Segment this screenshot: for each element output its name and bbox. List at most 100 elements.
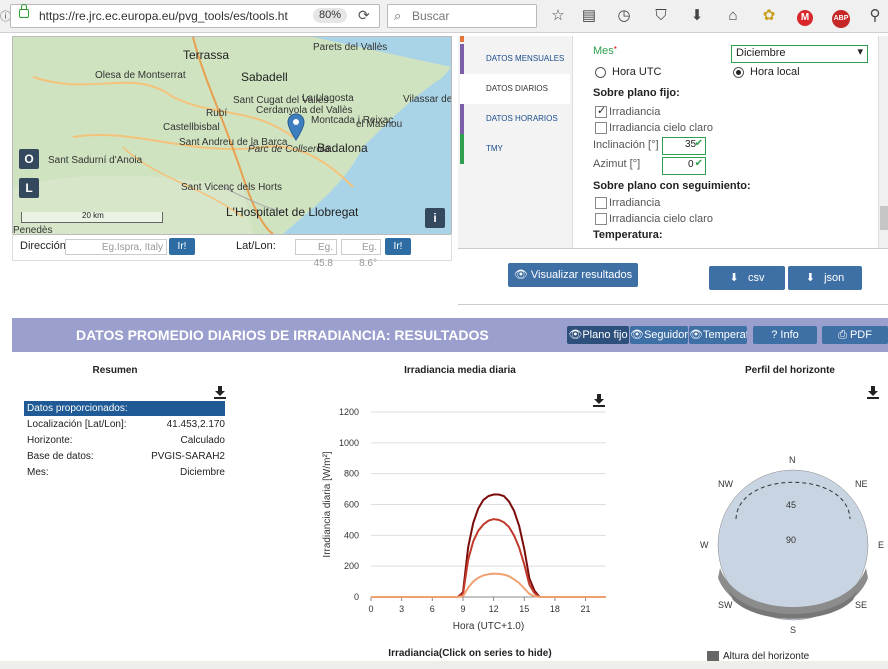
mega-icon[interactable]: M: [794, 5, 816, 27]
history-icon[interactable]: ◷: [613, 5, 635, 27]
info-button[interactable]: ? Info: [753, 326, 817, 344]
irr-cielo-checkbox[interactable]: [595, 122, 607, 134]
hora-local-radio[interactable]: [733, 67, 744, 78]
x-tick-label: 9: [460, 604, 465, 614]
hora-local-label: Hora local: [750, 66, 800, 78]
plano-fijo-button[interactable]: 👁Plano fijo: [567, 326, 629, 344]
download-icon: ⬇: [729, 272, 739, 284]
horizon-legend-swatch[interactable]: [707, 651, 719, 661]
map-label: Sant Vicenç dels Horts: [181, 182, 282, 193]
zoom-badge[interactable]: 80%: [313, 8, 347, 23]
results-header: DATOS PROMEDIO DIARIOS DE IRRADIANCIA: R…: [12, 318, 888, 352]
tab-datos-mensuales[interactable]: DATOS MENSUALES: [460, 44, 570, 74]
y-tick-label: 200: [344, 561, 359, 571]
search-bar[interactable]: ⌕ Buscar: [387, 4, 537, 28]
visualizar-label: Visualizar resultados: [530, 269, 633, 281]
summary-value: 41.453,2.170: [166, 419, 225, 430]
map-label: L'Hospitalet de Llobregat: [226, 205, 359, 219]
location-pin-icon[interactable]: [287, 113, 305, 141]
map-button-o[interactable]: O: [19, 149, 39, 169]
summary-row: Localización [Lat/Lon]: 41.453,2.170: [27, 419, 225, 430]
summary-row: Mes: Diciembre: [27, 467, 225, 478]
tracking-irr-cielo-checkbox[interactable]: [595, 213, 607, 225]
tracking-irradiancia-checkbox[interactable]: [595, 197, 607, 209]
inclinacion-label: Inclinación [°]: [593, 139, 659, 151]
chart-title: Irradiancia media diaria: [404, 365, 516, 376]
lon-input[interactable]: Eg. 8.6°: [341, 239, 381, 269]
horizon-dir-label: N: [789, 455, 796, 465]
y-tick-label: 0: [354, 592, 359, 602]
form-scrollbar-thumb[interactable]: [880, 206, 888, 230]
address-go-button[interactable]: Ir!: [169, 238, 195, 255]
summary-row: Horizonte: Calculado: [27, 435, 225, 446]
location-map[interactable]: Terrassa Sabadell Olesa de Montserrat Pa…: [12, 36, 452, 235]
lat-input[interactable]: Eg. 45.8: [295, 239, 337, 269]
chevron-down-icon: ▾: [857, 46, 863, 58]
temperatura-label: Temperat: [702, 329, 747, 341]
temperatura-button[interactable]: 👁Temperat: [689, 326, 747, 344]
tab-datos-diarios[interactable]: DATOS DIARIOS: [460, 74, 570, 104]
visualizar-button[interactable]: 👁 Visualizar resultados: [508, 263, 638, 287]
map-label: Sant Sadurní d'Anoia: [48, 155, 143, 166]
url-bar[interactable]: https://re.jrc.ec.europa.eu/pvg_tools/es…: [10, 4, 380, 28]
tab-datos-horarios[interactable]: DATOS HORARIOS: [460, 104, 570, 134]
adblock-icon[interactable]: ABP: [830, 5, 852, 28]
csv-button[interactable]: ⬇ csv: [709, 266, 785, 290]
summary-header: Datos proporcionados:: [24, 401, 225, 416]
latlon-go-button[interactable]: Ir!: [385, 238, 411, 255]
horizon-chart[interactable]: 45 90 N NE E SE S SW W NW: [698, 450, 888, 640]
map-label: Parets del Vallès: [313, 42, 388, 53]
seguidor-button[interactable]: 👁Seguidor: [630, 326, 688, 344]
star-icon[interactable]: ☆: [547, 5, 569, 27]
map-label: Vilassar de Mar: [403, 94, 452, 105]
search-extension-icon[interactable]: ⚲: [864, 5, 886, 27]
download-icon[interactable]: ⬇: [686, 5, 708, 27]
series-line[interactable]: [371, 572, 606, 598]
mes-label: Mes*: [593, 45, 617, 57]
map-button-l[interactable]: L: [19, 178, 39, 198]
extension-icon[interactable]: ✿: [758, 5, 780, 27]
hora-utc-radio[interactable]: [595, 67, 606, 78]
horizon-dir-label: SW: [718, 600, 733, 610]
pocket-icon[interactable]: ⛉: [650, 5, 672, 27]
azimut-input[interactable]: 0 ✔: [662, 157, 706, 175]
eye-icon: 👁: [568, 329, 583, 341]
form-panel: Mes* Diciembre ▾ Hora UTC Hora local Sob…: [572, 36, 888, 248]
tab-accent-top: [460, 36, 464, 42]
reload-icon[interactable]: ⟳: [358, 7, 370, 24]
fixed-plane-title: Sobre plano fijo:: [593, 87, 680, 99]
json-button[interactable]: ⬇ json: [788, 266, 862, 290]
horizon-dir-label: NW: [718, 479, 733, 489]
map-label: Olesa de Montserrat: [95, 70, 186, 81]
download-icon[interactable]: [213, 385, 227, 399]
hora-utc-label: Hora UTC: [612, 66, 662, 78]
tab-tmy[interactable]: TMY: [460, 134, 570, 164]
horizon-title: Perfil del horizonte: [744, 365, 835, 376]
irradiancia-checkbox[interactable]: ✓: [595, 105, 607, 118]
inclinacion-input[interactable]: 35 ✔: [662, 137, 706, 155]
mes-select-value: Diciembre: [736, 47, 786, 59]
download-icon[interactable]: [866, 385, 880, 399]
print-icon: ⎙: [838, 329, 847, 341]
url-text: https://re.jrc.ec.europa.eu/pvg_tools/es…: [39, 9, 288, 23]
pdf-label: PDF: [849, 329, 872, 341]
form-scrollbar[interactable]: [878, 36, 888, 248]
map-info-button[interactable]: i: [425, 208, 445, 228]
y-tick-label: 1200: [339, 407, 359, 417]
address-input[interactable]: Eg.Ispra, Italy: [65, 239, 167, 255]
home-icon[interactable]: ⌂: [722, 5, 744, 27]
x-tick-label: 12: [489, 604, 499, 614]
series-line[interactable]: [371, 518, 606, 598]
mes-select[interactable]: Diciembre ▾: [731, 45, 868, 63]
x-axis-label: Hora (UTC+1.0): [453, 621, 524, 632]
pdf-button[interactable]: ⎙ PDF: [822, 326, 888, 344]
irr-cielo-label: Irradiancia cielo claro: [609, 122, 713, 134]
map-label: Terrassa: [183, 48, 230, 62]
chart-legend-title: Irradiancia(Click on series to hide): [388, 648, 552, 659]
summary-value: PVGIS-SARAH2: [151, 451, 225, 462]
search-icon: ⌕: [394, 8, 402, 23]
y-axis-label: Irradiancia diaria [W/m²]: [322, 451, 333, 557]
series-line[interactable]: [371, 493, 606, 598]
irradiance-chart[interactable]: 0 200 400 600 800 1000 1200 0 3 6 9 12 15 18 21 Hora (U…: [310, 400, 610, 640]
reading-list-icon[interactable]: ▤: [578, 5, 600, 27]
